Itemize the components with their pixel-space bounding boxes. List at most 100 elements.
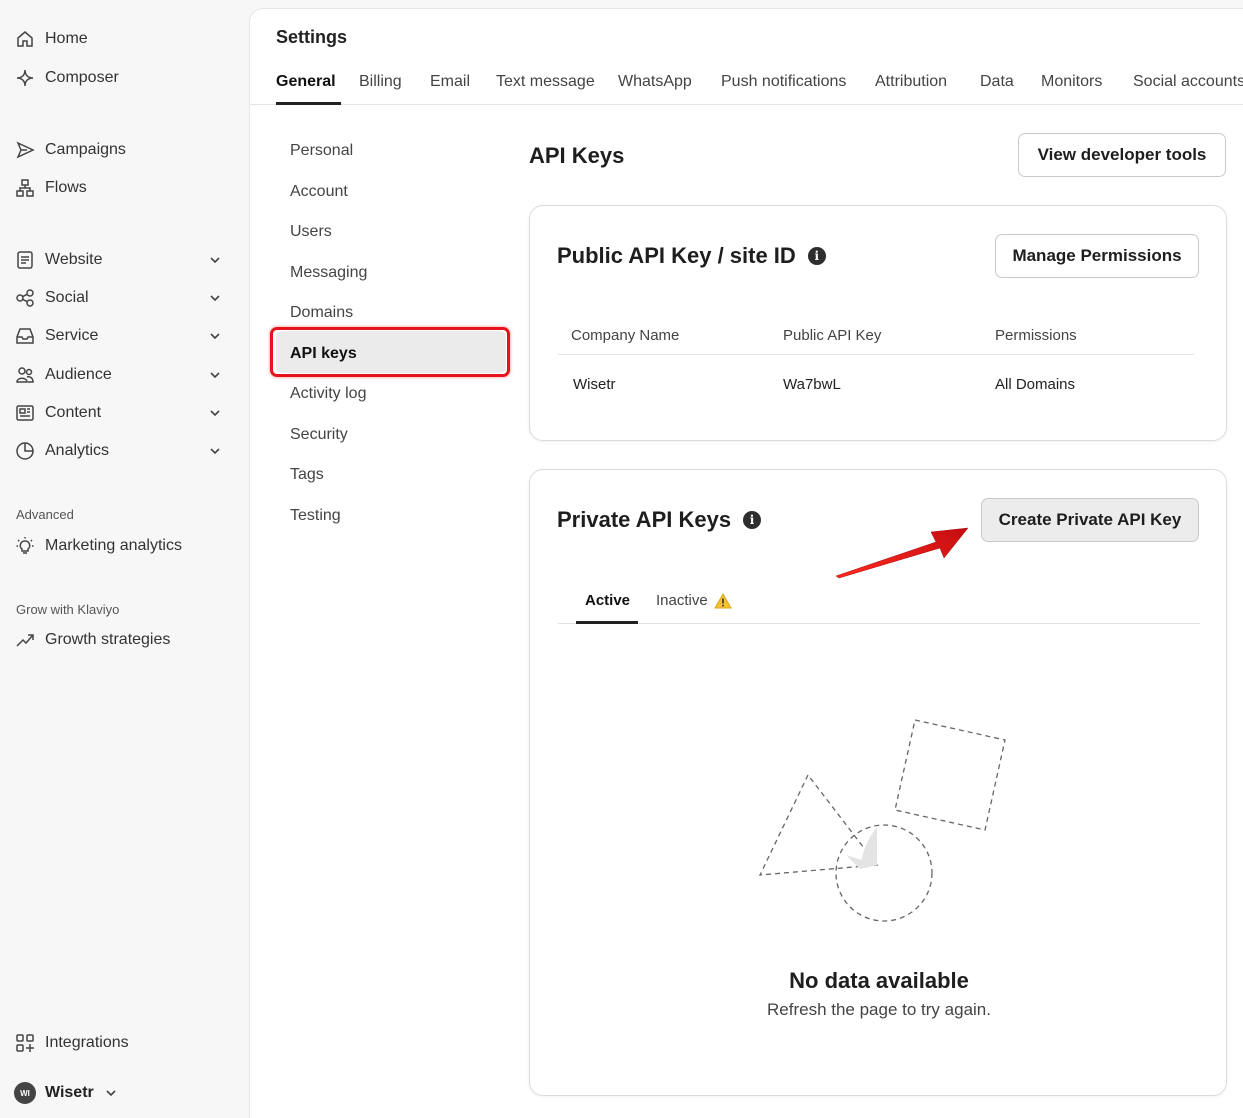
tab-data[interactable]: Data <box>980 73 1014 91</box>
subnav-security[interactable]: Security <box>290 426 348 444</box>
tab-billing[interactable]: Billing <box>359 73 402 91</box>
advanced-section-label: Advanced <box>16 507 74 522</box>
subnav-testing[interactable]: Testing <box>290 507 341 525</box>
empty-state-title: No data available <box>789 968 969 993</box>
tab-social-accounts[interactable]: Social accounts <box>1133 73 1243 91</box>
chevron-down-icon <box>104 1086 118 1100</box>
nav-campaigns-label: Campaigns <box>45 141 126 158</box>
tab-email[interactable]: Email <box>430 73 470 91</box>
tab-push-notifications[interactable]: Push notifications <box>721 73 846 91</box>
account-switcher[interactable]: WI Wisetr <box>14 1076 118 1110</box>
chevron-down-icon[interactable] <box>208 444 222 458</box>
view-developer-tools-button[interactable]: View developer tools <box>1018 133 1226 177</box>
subnav-account[interactable]: Account <box>290 183 348 201</box>
nav-marketing-analytics[interactable]: Marketing analytics <box>14 529 182 563</box>
subnav-tags[interactable]: Tags <box>290 466 324 484</box>
settings-tabs: General Billing Email Text message Whats… <box>250 67 1243 105</box>
users-icon <box>14 364 36 386</box>
nav-audience-label: Audience <box>45 366 112 383</box>
column-header-permissions: Permissions <box>995 327 1077 344</box>
subnav-domains[interactable]: Domains <box>290 304 353 322</box>
send-icon <box>14 139 36 161</box>
nav-marketing-analytics-label: Marketing analytics <box>45 537 182 554</box>
nav-service[interactable]: Service <box>14 319 98 353</box>
manage-permissions-button[interactable]: Manage Permissions <box>995 234 1199 278</box>
sparkle-icon <box>14 67 36 89</box>
empty-state-illustration <box>758 719 1006 922</box>
public-api-key-card: Public API Key / site ID i Manage Permis… <box>529 205 1227 441</box>
column-header-company-name: Company Name <box>571 327 680 344</box>
active-tab-indicator <box>576 621 638 624</box>
chevron-down-icon[interactable] <box>208 253 222 267</box>
nav-composer-label: Composer <box>45 69 119 86</box>
grow-section-label: Grow with Klaviyo <box>16 602 120 617</box>
warning-icon <box>713 593 732 609</box>
nav-analytics[interactable]: Analytics <box>14 434 109 468</box>
cell-public-api-key[interactable]: Wa7bwL <box>783 376 841 393</box>
lightbulb-icon <box>14 535 36 557</box>
avatar: WI <box>14 1082 36 1104</box>
nav-flows[interactable]: Flows <box>14 171 87 205</box>
trend-up-icon <box>14 629 36 651</box>
social-share-icon <box>14 287 36 309</box>
cell-permissions: All Domains <box>995 376 1076 393</box>
info-icon[interactable]: i <box>807 247 826 265</box>
section-heading: API Keys <box>529 143 625 168</box>
nav-content[interactable]: Content <box>14 396 101 430</box>
account-name: Wisetr <box>45 1084 94 1101</box>
page-title: Settings <box>276 27 348 47</box>
nav-composer[interactable]: Composer <box>14 61 119 95</box>
nav-home-label: Home <box>45 30 88 47</box>
nav-website-label: Website <box>45 251 103 268</box>
private-api-keys-title-text: Private API Keys <box>557 507 732 532</box>
nav-social[interactable]: Social <box>14 281 89 315</box>
tab-attribution[interactable]: Attribution <box>875 73 947 91</box>
table-divider <box>558 354 1194 355</box>
pie-chart-icon <box>14 440 36 462</box>
nav-growth-strategies[interactable]: Growth strategies <box>14 623 170 657</box>
create-private-api-key-button[interactable]: Create Private API Key <box>981 498 1199 542</box>
nav-analytics-label: Analytics <box>45 442 110 459</box>
nav-flows-label: Flows <box>45 179 87 196</box>
newspaper-icon <box>14 402 36 424</box>
document-icon <box>14 249 36 271</box>
subnav-messaging[interactable]: Messaging <box>290 264 367 282</box>
tab-active[interactable]: Active <box>585 592 630 609</box>
tab-monitors[interactable]: Monitors <box>1041 73 1102 91</box>
empty-state-subtitle: Refresh the page to try again. <box>767 1000 991 1019</box>
flow-icon <box>14 177 36 199</box>
private-api-keys-title: Private API Keys i <box>557 507 762 533</box>
left-sidebar: Home Composer Campaigns Flows Website So… <box>0 0 248 1118</box>
public-api-key-title: Public API Key / site ID i <box>557 243 826 269</box>
tabs-divider <box>558 623 1200 624</box>
grid-plus-icon <box>14 1032 36 1054</box>
nav-content-label: Content <box>45 404 102 421</box>
nav-campaigns[interactable]: Campaigns <box>14 133 126 167</box>
cell-company-name: Wisetr <box>573 376 616 393</box>
tab-general[interactable]: General <box>276 73 336 91</box>
subnav-users[interactable]: Users <box>290 223 332 241</box>
tab-whatsapp[interactable]: WhatsApp <box>618 73 692 91</box>
annotation-arrow-icon <box>835 527 969 579</box>
nav-audience[interactable]: Audience <box>14 358 112 392</box>
info-icon[interactable]: i <box>743 511 762 529</box>
chevron-down-icon[interactable] <box>208 291 222 305</box>
nav-home[interactable]: Home <box>14 22 88 56</box>
nav-integrations[interactable]: Integrations <box>14 1026 129 1060</box>
nav-website[interactable]: Website <box>14 243 103 277</box>
chevron-down-icon[interactable] <box>208 329 222 343</box>
chevron-down-icon[interactable] <box>208 406 222 420</box>
tab-text-message[interactable]: Text message <box>496 73 595 91</box>
annotation-highlight-box <box>270 327 510 377</box>
nav-service-label: Service <box>45 327 99 344</box>
inbox-icon <box>14 325 36 347</box>
nav-social-label: Social <box>45 289 89 306</box>
public-api-key-title-text: Public API Key / site ID <box>557 243 796 268</box>
subnav-activity-log[interactable]: Activity log <box>290 385 366 403</box>
home-icon <box>14 28 36 50</box>
chevron-down-icon[interactable] <box>208 368 222 382</box>
tab-inactive[interactable]: Inactive <box>656 592 732 609</box>
subnav-personal[interactable]: Personal <box>290 142 353 160</box>
column-header-public-api-key: Public API Key <box>783 327 882 344</box>
tab-inactive-label: Inactive <box>656 592 708 609</box>
